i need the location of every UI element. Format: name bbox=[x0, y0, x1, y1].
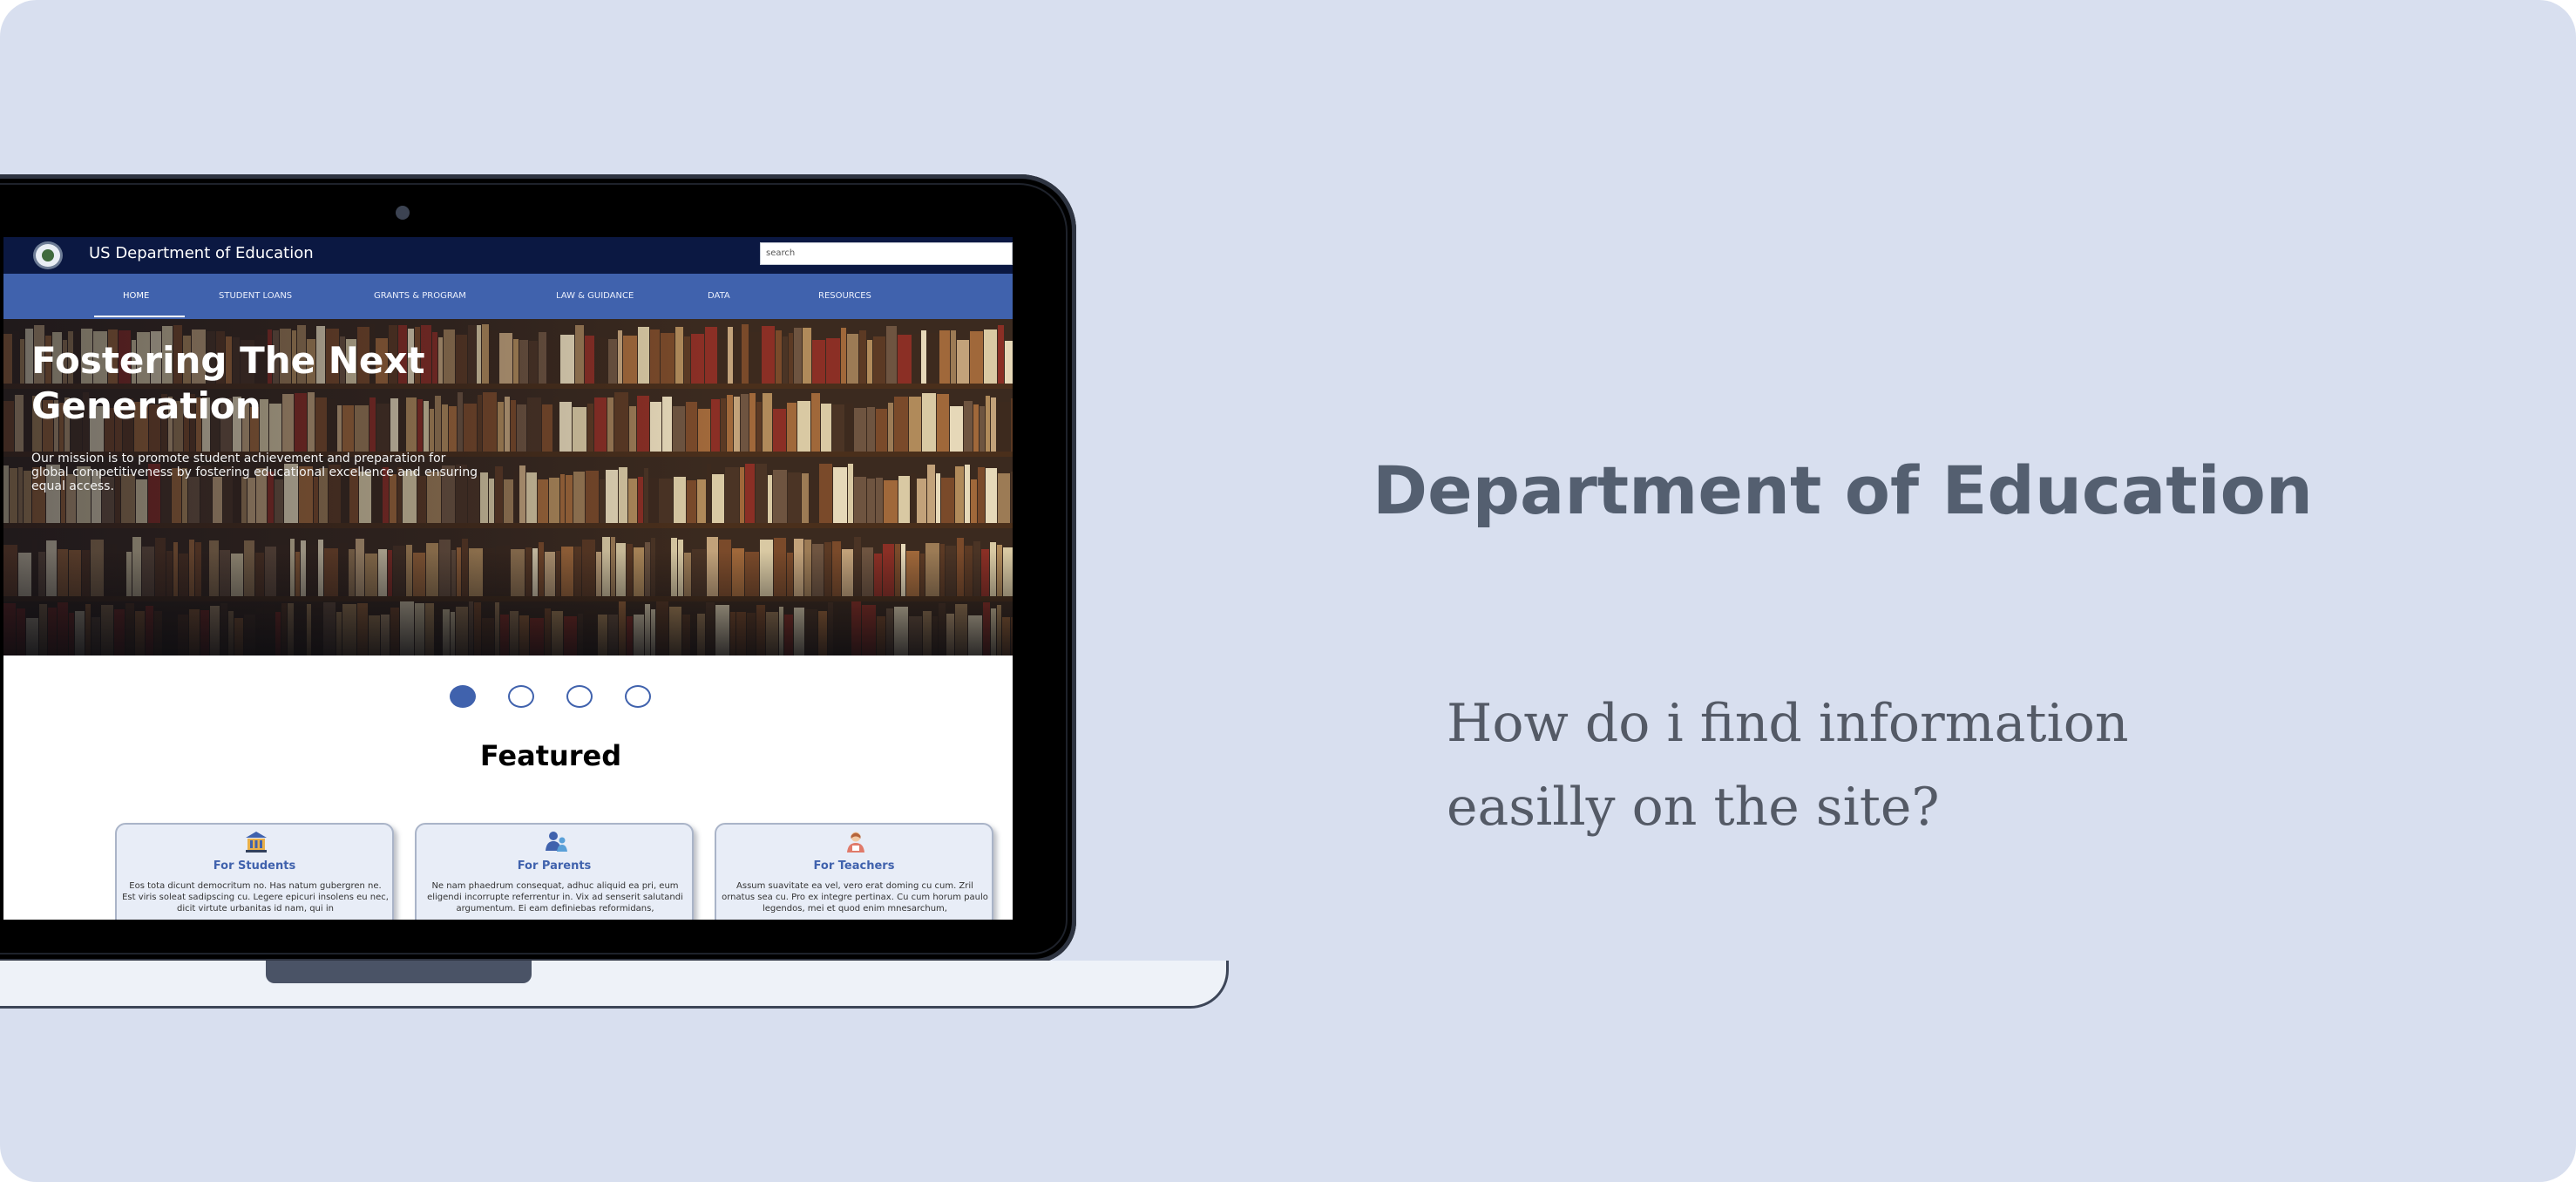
active-nav-underline bbox=[94, 316, 185, 317]
research-question-line-1: How do i find information bbox=[1447, 693, 2129, 754]
card-text: Ne nam phaedrum consequat, adhuc aliquid… bbox=[427, 881, 683, 914]
hero-bottom-shade bbox=[3, 551, 1013, 656]
hero-subtitle: Our mission is to promote student achiev… bbox=[31, 452, 478, 493]
card-for-teachers[interactable]: For Teachers Assum suavitate ea vel, ver… bbox=[715, 823, 993, 920]
hero-title: Fostering The Next Generation bbox=[31, 339, 425, 427]
nav-item-law-guidance[interactable]: LAW & GUIDANCE bbox=[556, 291, 634, 301]
card-title: For Students bbox=[213, 859, 296, 873]
teacher-icon bbox=[847, 832, 864, 853]
carousel-dot-4[interactable] bbox=[625, 685, 651, 708]
card-title: For Parents bbox=[517, 859, 592, 873]
nav-item-student-loans[interactable]: STUDENT LOANS bbox=[219, 291, 292, 301]
carousel-dot-3[interactable] bbox=[566, 685, 593, 708]
hero-banner: Fostering The Next Generation Our missio… bbox=[3, 319, 1013, 656]
webcam-icon bbox=[396, 206, 410, 220]
site-title[interactable]: US Department of Education bbox=[89, 244, 314, 262]
slide-canvas: US Department of Education search HOME S… bbox=[0, 0, 2576, 1182]
main-nav: HOME STUDENT LOANS GRANTS & PROGRAM LAW … bbox=[3, 274, 1013, 319]
nav-item-home[interactable]: HOME bbox=[123, 291, 149, 301]
research-question-line-2: easilly on the site? bbox=[1447, 777, 1940, 838]
slide-heading: Department of Education bbox=[1373, 452, 2313, 529]
parent-child-icon bbox=[546, 832, 567, 852]
search-input[interactable]: search bbox=[760, 242, 1013, 265]
card-title: For Teachers bbox=[813, 859, 895, 873]
site-header: US Department of Education search bbox=[3, 237, 1013, 274]
carousel-indicators bbox=[3, 685, 1013, 711]
nav-item-grants-program[interactable]: GRANTS & PROGRAM bbox=[374, 291, 466, 301]
nav-item-resources[interactable]: RESOURCES bbox=[818, 291, 871, 301]
carousel-dot-2[interactable] bbox=[508, 685, 534, 708]
nav-item-data[interactable]: DATA bbox=[708, 291, 730, 301]
featured-heading: Featured bbox=[479, 739, 622, 772]
laptop-trackpad-notch bbox=[266, 961, 532, 983]
laptop-base bbox=[0, 961, 1229, 1009]
laptop-screen: US Department of Education search HOME S… bbox=[3, 237, 1013, 920]
department-seal-icon[interactable] bbox=[33, 241, 63, 269]
research-question: How do i find information easilly on the… bbox=[1447, 682, 2231, 849]
carousel-dot-1[interactable] bbox=[450, 685, 476, 708]
school-building-icon bbox=[246, 832, 267, 853]
card-text: Assum suavitate ea vel, vero erat doming… bbox=[722, 881, 988, 914]
card-text: Eos tota dicunt democritum no. Has natum… bbox=[122, 881, 389, 914]
card-for-parents[interactable]: For Parents Ne nam phaedrum consequat, a… bbox=[415, 823, 694, 920]
card-for-students[interactable]: For Students Eos tota dicunt democritum … bbox=[115, 823, 394, 920]
